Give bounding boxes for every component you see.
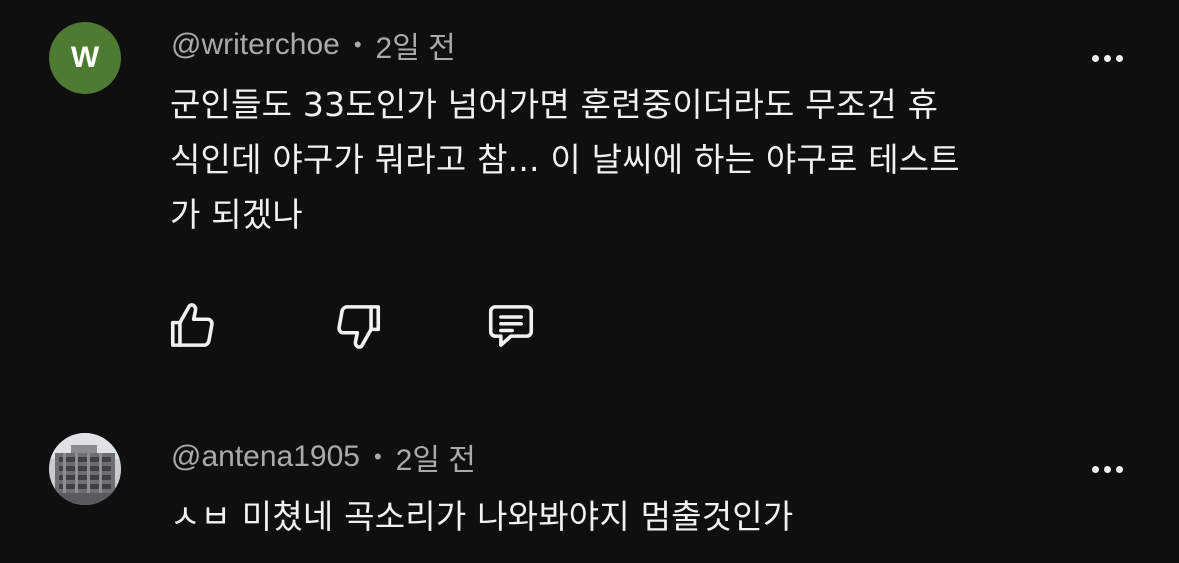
comment-item: @antena1905 • 2일 전 ㅅㅂ 미쳤네 곡소리가 나와봐야지 멈출것… [0, 400, 1179, 563]
thumbs-down-icon [337, 305, 381, 349]
reply-button[interactable] [481, 296, 541, 356]
like-button[interactable] [163, 296, 223, 356]
dislike-button[interactable] [328, 296, 388, 356]
more-options-icon[interactable] [1085, 459, 1129, 479]
comment-text: ㅅㅂ 미쳤네 곡소리가 나와봐야지 멈출것인가 [170, 497, 794, 536]
author-handle[interactable]: @antena1905 [171, 440, 360, 474]
meta-separator: • [373, 444, 382, 469]
comment-item: W @writerchoe • 2일 전 군인들도 33도인가 넘어가면 훈련중… [0, 0, 1179, 400]
thumbs-up-icon [170, 303, 214, 347]
comment-text: 군인들도 33도인가 넘어가면 훈련중이더라도 무조건 휴 식인데 야구가 뭐라… [170, 85, 960, 234]
author-handle[interactable]: @writerchoe [171, 28, 340, 62]
building-photo-image [49, 433, 121, 505]
comment-time[interactable]: 2일 전 [396, 435, 476, 479]
comment-time[interactable]: 2일 전 [376, 23, 456, 67]
more-options-icon[interactable] [1085, 48, 1129, 68]
comment-meta: @antena1905 • 2일 전 [171, 437, 476, 477]
comment-actions [0, 296, 1179, 356]
meta-separator: • [353, 32, 362, 57]
avatar[interactable]: W [49, 22, 121, 94]
avatar-letter: W [70, 41, 100, 74]
comment-meta: @writerchoe • 2일 전 [171, 25, 456, 65]
reply-comment-icon [488, 305, 534, 347]
avatar[interactable] [49, 433, 121, 505]
